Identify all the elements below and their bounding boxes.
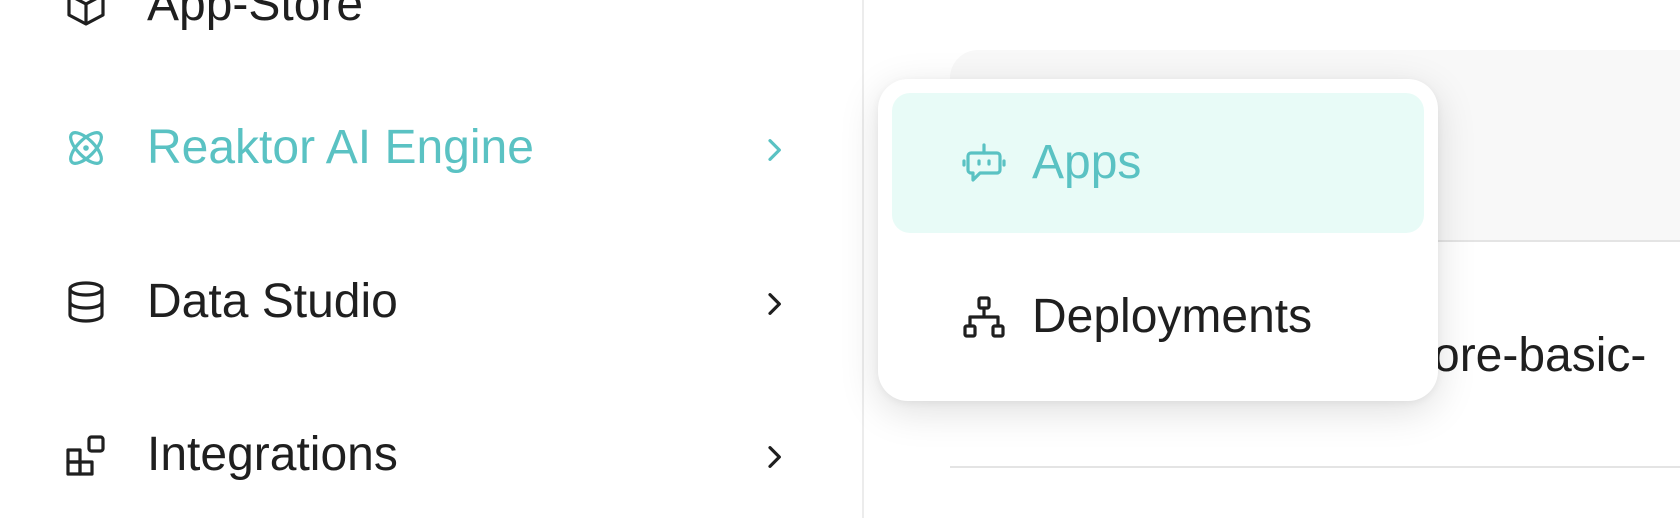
sidebar-item-reaktor-ai-engine[interactable]: Reaktor AI Engine bbox=[0, 95, 862, 205]
submenu-popover: Apps Deployments bbox=[878, 79, 1438, 401]
sidebar-item-integrations[interactable]: Integrations bbox=[0, 402, 862, 512]
submenu-item-apps[interactable]: Apps bbox=[892, 93, 1424, 233]
sidebar-item-app-store[interactable]: App-Store bbox=[0, 0, 862, 60]
table-cell-text[interactable]: core-basic- bbox=[1409, 326, 1646, 386]
cube-icon bbox=[62, 0, 110, 29]
submenu-item-label: Apps bbox=[1032, 136, 1142, 189]
chevron-right-icon bbox=[758, 134, 790, 166]
database-icon bbox=[62, 278, 110, 326]
chevron-right-icon bbox=[758, 441, 790, 473]
sidebar-item-label: Data Studio bbox=[147, 275, 398, 328]
submenu-item-label: Deployments bbox=[1032, 290, 1313, 343]
sidebar-item-label: App-Store bbox=[147, 0, 364, 31]
blocks-icon bbox=[62, 432, 110, 480]
divider bbox=[950, 466, 1680, 468]
sidebar-item-label: Integrations bbox=[147, 428, 398, 481]
chevron-right-icon bbox=[758, 288, 790, 320]
sidebar: App-Store Reaktor AI Engine Data Studio bbox=[0, 0, 864, 518]
sidebar-item-label: Reaktor AI Engine bbox=[147, 121, 534, 174]
bot-icon bbox=[960, 139, 1008, 187]
atom-icon bbox=[62, 124, 110, 172]
sidebar-item-data-studio[interactable]: Data Studio bbox=[0, 248, 862, 358]
submenu-item-deployments[interactable]: Deployments bbox=[892, 247, 1424, 387]
network-icon bbox=[960, 293, 1008, 341]
